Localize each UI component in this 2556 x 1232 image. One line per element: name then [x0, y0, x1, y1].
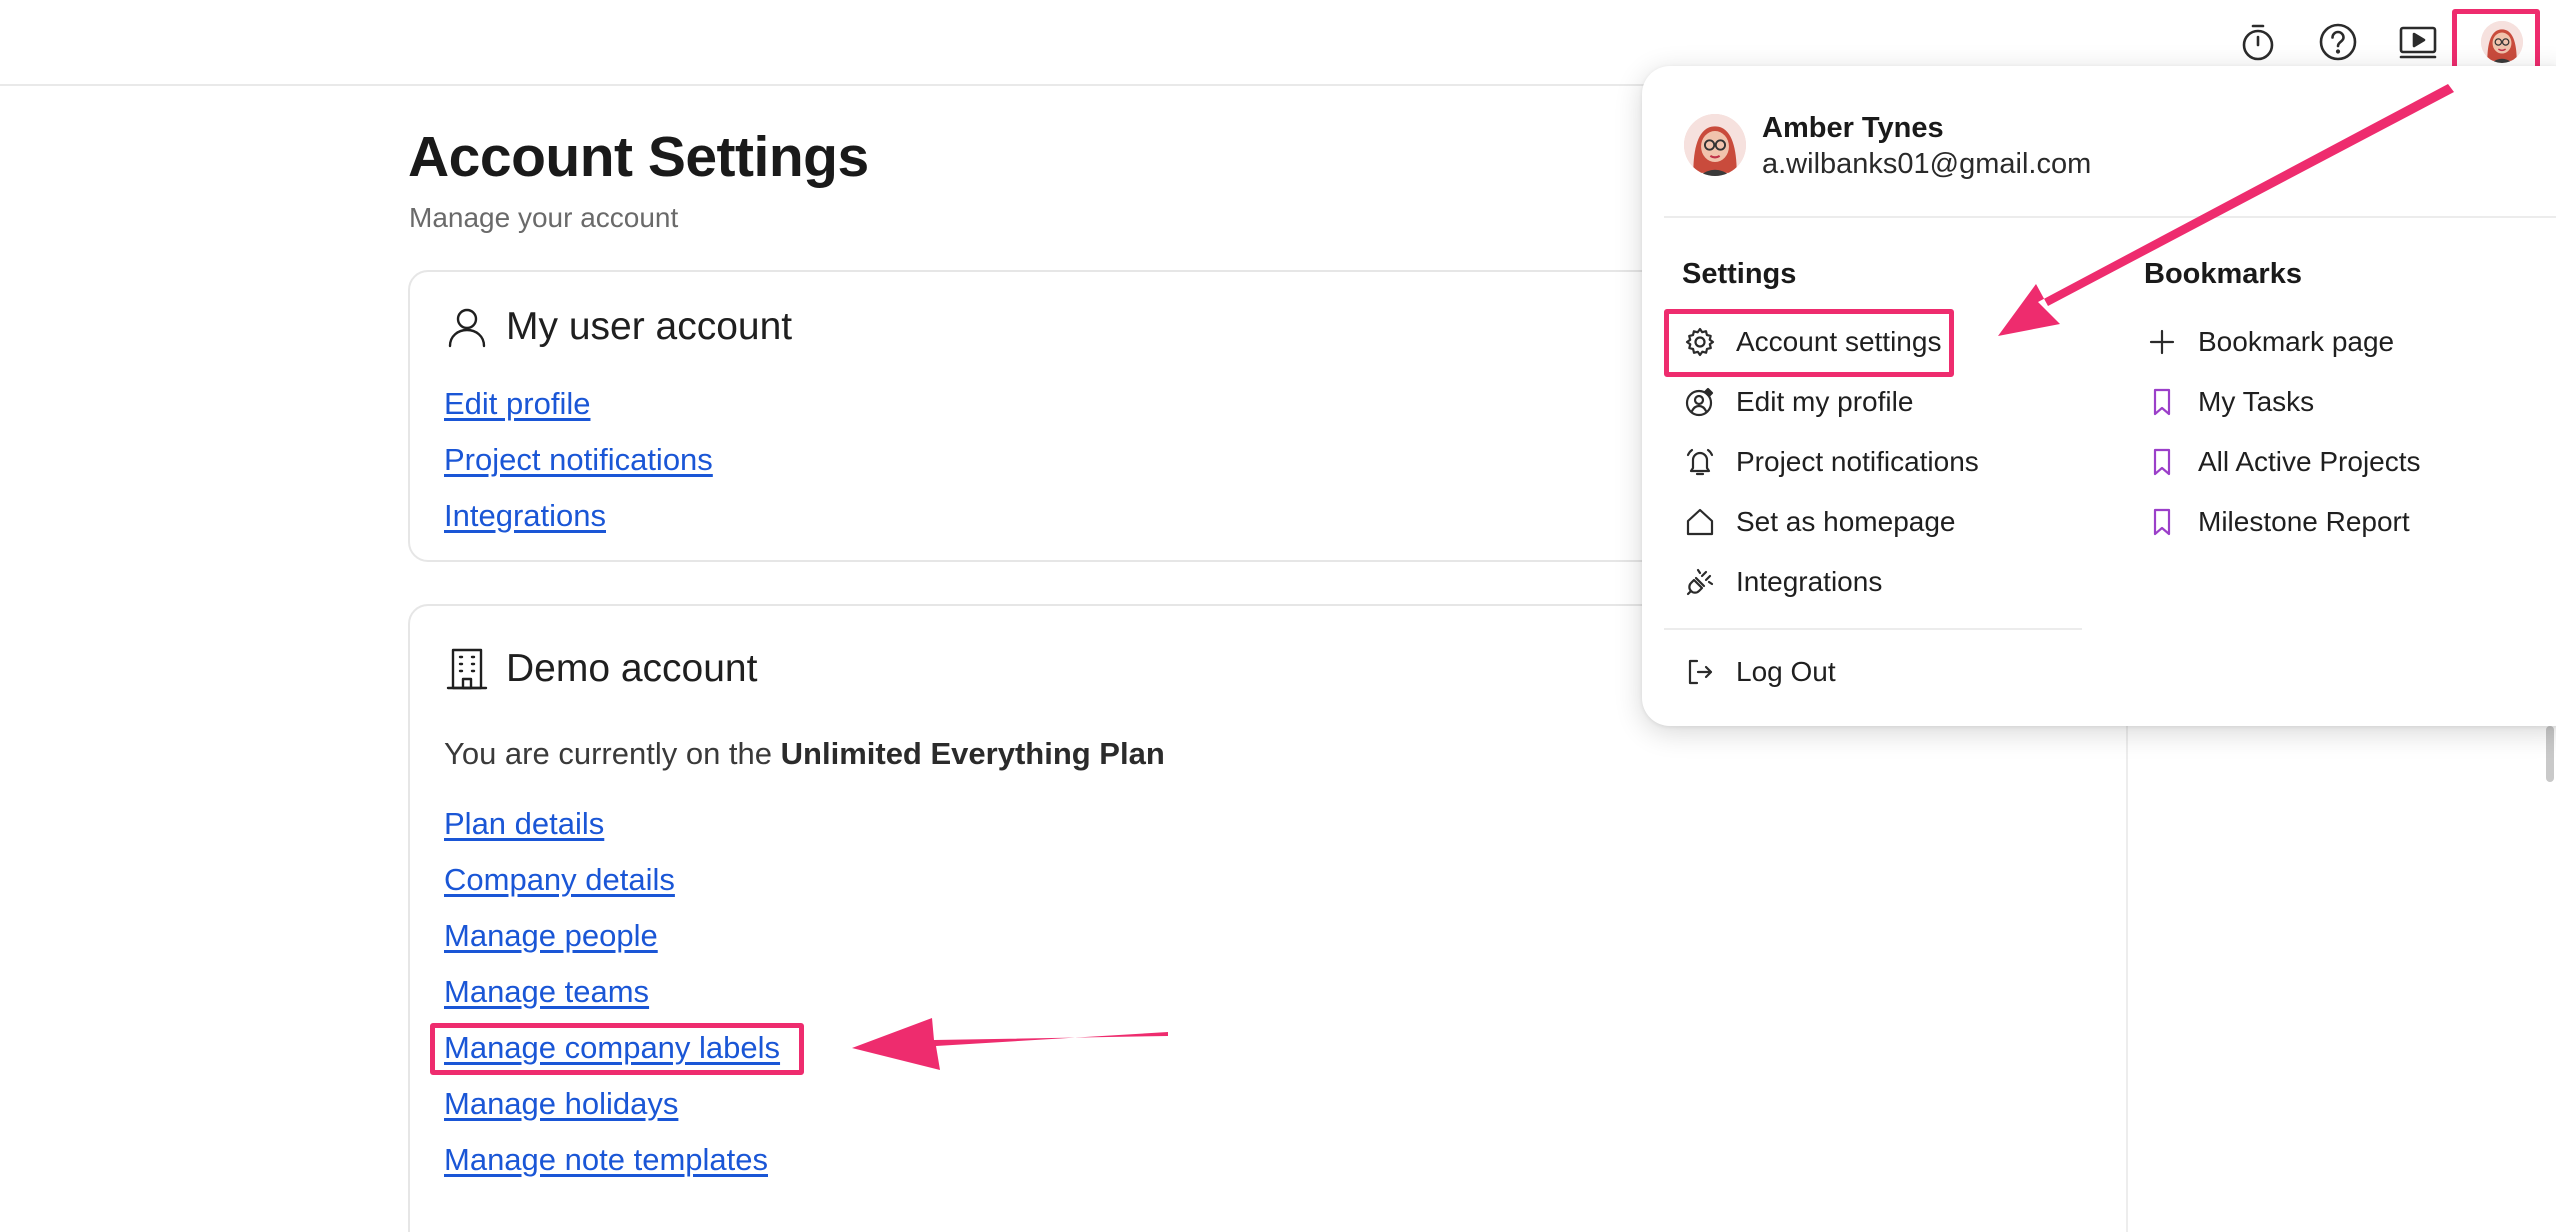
bookmark-page-label: Bookmark page — [2198, 326, 2395, 357]
video-icon[interactable] — [2392, 16, 2444, 68]
integrations-link[interactable]: Integrations — [444, 498, 606, 534]
plan-name: Unlimited Everything Plan — [780, 736, 1165, 771]
menu-divider — [1664, 216, 2556, 218]
project-notifications-item[interactable]: Project notifications — [1684, 446, 1979, 478]
user-menu-dropdown: Amber Tynes a.wilbanks01@gmail.com Setti… — [1642, 66, 2556, 726]
bookmark-my-tasks-label: My Tasks — [2198, 386, 2315, 417]
bookmark-page-item[interactable]: Bookmark page — [2146, 326, 2394, 358]
user-name: Amber Tynes — [1762, 112, 1944, 144]
set-as-homepage-label: Set as homepage — [1736, 506, 1956, 537]
demo-account-title: Demo account — [506, 647, 758, 690]
integrations-label: Integrations — [1736, 566, 1883, 597]
manage-note-templates-link[interactable]: Manage note templates — [444, 1142, 768, 1178]
user-icon — [448, 308, 486, 348]
logout-icon — [1688, 659, 1713, 685]
log-out-item[interactable]: Log Out — [1684, 656, 1836, 688]
edit-profile-link[interactable]: Edit profile — [444, 386, 590, 422]
integrations-item[interactable]: Integrations — [1684, 566, 1882, 598]
user-email: a.wilbanks01@gmail.com — [1762, 148, 2092, 180]
avatar[interactable] — [2474, 14, 2530, 70]
plus-icon — [2149, 329, 2175, 355]
bookmarks-section-title: Bookmarks — [2144, 258, 2302, 290]
account-settings-item[interactable]: Account settings — [1684, 326, 1941, 358]
project-notifications-link[interactable]: Project notifications — [444, 442, 713, 478]
profile-edit-icon — [1685, 387, 1714, 417]
manage-people-link[interactable]: Manage people — [444, 918, 658, 954]
user-account-title: My user account — [506, 305, 793, 348]
logout-divider — [1664, 628, 2082, 630]
home-icon — [1686, 508, 1714, 536]
log-out-label: Log Out — [1736, 656, 1836, 687]
bookmark-all-active-projects-item[interactable]: All Active Projects — [2146, 446, 2421, 478]
user-account-header: My user account — [444, 304, 792, 350]
right-column-divider — [2126, 726, 2128, 1232]
plan-prefix: You are currently on the — [444, 736, 781, 771]
company-details-link[interactable]: Company details — [444, 862, 675, 898]
page-title: Account Settings — [408, 125, 869, 189]
plug-icon — [1686, 568, 1714, 596]
bookmark-milestone-report-item[interactable]: Milestone Report — [2146, 506, 2410, 538]
bookmark-all-active-projects-label: All Active Projects — [2198, 446, 2421, 477]
bookmark-icon — [2153, 388, 2171, 416]
project-notifications-label: Project notifications — [1736, 446, 1979, 477]
page-scrollbar[interactable] — [2546, 726, 2554, 782]
bookmark-milestone-report-label: Milestone Report — [2198, 506, 2410, 537]
account-settings-label: Account settings — [1736, 326, 1942, 357]
settings-section-title: Settings — [1682, 258, 1797, 290]
bell-icon — [1686, 448, 1714, 476]
bookmark-my-tasks-item[interactable]: My Tasks — [2146, 386, 2314, 418]
manage-company-labels-link[interactable]: Manage company labels — [444, 1030, 780, 1066]
manage-holidays-link[interactable]: Manage holidays — [444, 1086, 678, 1122]
plan-details-link[interactable]: Plan details — [444, 806, 604, 842]
help-icon[interactable] — [2312, 16, 2364, 68]
user-avatar — [1684, 114, 1746, 176]
page-subtitle: Manage your account — [409, 202, 679, 233]
building-icon — [446, 648, 488, 690]
stopwatch-icon[interactable] — [2232, 16, 2284, 68]
set-as-homepage-item[interactable]: Set as homepage — [1684, 506, 1956, 538]
manage-teams-link[interactable]: Manage teams — [444, 974, 649, 1010]
bookmark-icon — [2153, 448, 2171, 476]
edit-my-profile-item[interactable]: Edit my profile — [1684, 386, 1913, 418]
edit-my-profile-label: Edit my profile — [1736, 386, 1914, 417]
plan-status-text: You are currently on the Unlimited Every… — [444, 736, 1165, 772]
bookmark-icon — [2153, 508, 2171, 536]
demo-account-header: Demo account — [444, 646, 757, 692]
gear-icon — [1685, 327, 1715, 357]
